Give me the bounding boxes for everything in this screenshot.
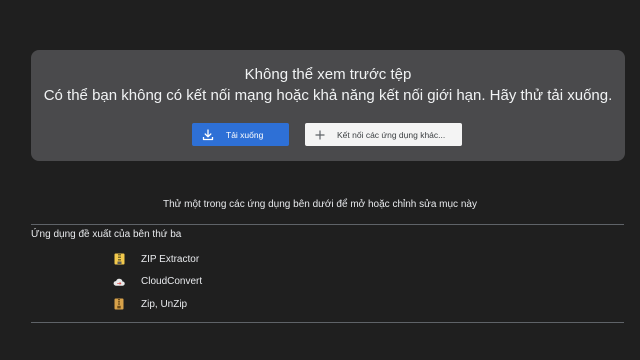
open-with-hint: Thử một trong các ứng dụng bên dưới để m…: [163, 199, 477, 210]
download-button-label: Tải xuống: [226, 129, 264, 140]
app-item-label: CloudConvert: [141, 276, 203, 288]
section-divider-bottom: [31, 322, 624, 323]
zip-extractor-icon: [113, 253, 125, 265]
download-icon: [202, 128, 214, 141]
app-item-label: ZIP Extractor: [141, 253, 200, 265]
file-preview-page: Không thể xem trước tệp Có thể bạn không…: [0, 0, 640, 360]
suggested-apps-list: ZIP Extractor CloudConvert Zip, UnZip: [113, 248, 202, 316]
suggested-apps-heading: Ứng dụng đề xuất của bên thứ ba: [31, 229, 182, 240]
connect-apps-button[interactable]: Kết nối các ứng dụng khác...: [305, 123, 462, 146]
download-button[interactable]: Tải xuống: [192, 123, 289, 146]
connect-apps-button-label: Kết nối các ứng dụng khác...: [337, 129, 446, 140]
app-item-zip-extractor[interactable]: ZIP Extractor: [113, 248, 202, 271]
app-item-zip-unzip[interactable]: Zip, UnZip: [113, 293, 202, 316]
plus-icon: [315, 130, 325, 140]
preview-error-message: Có thể bạn không có kết nối mạng hoặc kh…: [43, 87, 613, 104]
preview-error-title: Không thể xem trước tệp: [244, 66, 412, 83]
app-item-cloudconvert[interactable]: CloudConvert: [113, 271, 202, 294]
preview-error-card: Không thể xem trước tệp Có thể bạn không…: [31, 50, 625, 161]
cloudconvert-icon: [113, 276, 125, 288]
section-divider: [31, 224, 624, 225]
zip-unzip-icon: [113, 298, 125, 310]
app-item-label: Zip, UnZip: [141, 298, 188, 310]
